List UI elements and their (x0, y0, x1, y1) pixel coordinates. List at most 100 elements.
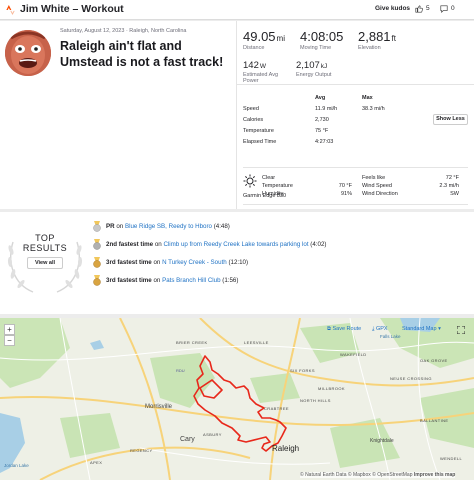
details-avg-column: Avg 11.9 mi/h 2,730 75 °F 4:27:03 (315, 95, 337, 148)
result-item: PR on Blue Ridge SB, Reedy to Hboro (4:4… (93, 221, 230, 233)
detail-label-elapsed-time: Elapsed Time (243, 139, 277, 145)
zoom-in-button[interactable]: + (4, 324, 15, 335)
map-label-wakefield: WAKEFIELD (340, 352, 367, 357)
weather-temperature-label: Temperature (262, 183, 293, 189)
map-label-regency: REGENCY (130, 448, 153, 453)
wind-speed-value: 2.3 mi/h (439, 183, 459, 189)
map-label-oak-grove: OAK GROVE (420, 358, 448, 363)
save-route-label: Save Route (332, 326, 362, 332)
map-label-leesville: LEESVILLE (244, 340, 269, 345)
gpx-label: GPX (375, 326, 388, 332)
distance-label: Distance (243, 45, 265, 51)
fullscreen-icon[interactable] (457, 326, 465, 334)
energy-value: 2,107 (296, 60, 320, 71)
map-background (0, 318, 474, 480)
map-attribution-text: © Natural Earth Data © Mapbox © OpenStre… (300, 472, 414, 478)
energy-label: Energy Output (296, 72, 332, 78)
power-stat: 142W Estimated Avg Power (243, 60, 288, 84)
avg-header: Avg (315, 95, 326, 101)
top-results-panel: TOP RESULTS View all PR on Blue Ridge SB… (0, 212, 474, 314)
activity-summary: Saturday, August 12, 2023 · Raleigh, Nor… (0, 21, 474, 209)
distance-stat: 49.05mi Distance (243, 29, 285, 51)
map-label-asbury: ASBURY (203, 432, 222, 437)
detail-label-temperature: Temperature (243, 128, 274, 134)
weather-humidity-value: 91% (340, 191, 352, 197)
device-name: Garmin Edge 830 (243, 193, 287, 199)
view-all-button[interactable]: View all (27, 257, 63, 269)
result-segment-link[interactable]: N Turkey Creek - South (162, 259, 227, 266)
zoom-out-button[interactable]: − (4, 335, 15, 346)
result-segment-link[interactable]: Blue Ridge SB, Reedy to Hboro (125, 223, 212, 230)
give-kudos-button[interactable]: Give kudos (375, 5, 410, 12)
route-map[interactable]: + − ⧉ Save Route ⤓ GPX Standard Map ▾ Mo… (0, 318, 474, 480)
map-label-millbrook: MILLBROOK (318, 386, 345, 391)
map-label-crabtree: CRABTREE (264, 406, 289, 411)
result-joiner: on (151, 259, 163, 267)
result-joiner: on (114, 223, 125, 231)
result-item: 3rd fastest time on Pats Branch Hill Clu… (93, 275, 238, 287)
detail-avg-calories: 2,730 (315, 117, 329, 123)
map-style-label: Standard Map (402, 326, 437, 332)
weather-values-right: 72 °F 2.3 mi/h SW (420, 174, 459, 198)
activity-title: Raleigh ain't flat and Umstead is not a … (60, 39, 224, 69)
max-header: Max (362, 95, 373, 101)
map-label-north-hills: NORTH HILLS (300, 398, 331, 403)
column-divider (236, 21, 237, 209)
improve-map-link[interactable]: Improve this map (414, 472, 455, 478)
result-segment-link[interactable]: Climb up from Reedy Creek Lake towards p… (163, 241, 308, 248)
result-item: 3rd fastest time on N Turkey Creek - Sou… (93, 257, 248, 269)
detail-label-speed: Speed (243, 106, 259, 112)
power-unit: W (259, 63, 266, 70)
top-results-heading: TOP RESULTS (20, 233, 70, 253)
show-less-button[interactable]: Show Less (433, 114, 468, 125)
stats-divider (236, 84, 474, 85)
result-time: (12:10) (226, 259, 249, 267)
map-label-falls-lake: Falls Lake (380, 334, 401, 339)
save-route-button[interactable]: ⧉ Save Route (327, 326, 361, 333)
map-label-rdu: RDU (176, 368, 185, 373)
detail-max-speed: 38.3 mi/h (362, 106, 385, 112)
top-results-heading-top: TOP (35, 233, 55, 243)
moving-time-stat: 4:08:05 Moving Time (300, 29, 343, 51)
avatar-face-image (5, 30, 51, 76)
map-attribution: © Natural Earth Data © Mapbox © OpenStre… (300, 472, 456, 478)
sun-icon (243, 174, 257, 188)
bronze-medal-icon (93, 275, 101, 286)
result-time: (4:48) (211, 223, 230, 231)
strava-logo-icon (6, 5, 15, 15)
bronze-medal-icon (93, 257, 101, 268)
feels-like-value: 72 °F (445, 175, 459, 181)
result-item: 2nd fastest time on Climb up from Reedy … (93, 239, 326, 251)
result-segment-link[interactable]: Pats Branch Hill Club (162, 277, 220, 284)
distance-value: 49.05 (243, 29, 276, 44)
silver-medal-icon (93, 239, 101, 250)
detail-avg-elapsed-time: 4:27:03 (315, 139, 334, 145)
map-label-knightdale: Knightdale (370, 438, 394, 444)
gpx-button[interactable]: ⤓ GPX (372, 326, 388, 333)
map-label-raleigh: Raleigh (272, 444, 300, 453)
comment-icon[interactable] (440, 5, 448, 13)
detail-avg-temperature: 75 °F (315, 128, 329, 134)
weather-temperature-value: 70 °F (338, 183, 352, 189)
map-style-select[interactable]: Standard Map ▾ (402, 326, 441, 332)
details-label-column: Speed Calories Temperature Elapsed Time (243, 95, 276, 148)
weather-values-left: 70 °F 91% (320, 174, 352, 198)
moving-time-label: Moving Time (300, 45, 332, 51)
map-label-cary: Cary (180, 436, 195, 443)
top-results-heading-bottom: RESULTS (22, 243, 68, 253)
weather-divider (243, 204, 468, 205)
comment-count: 0 (451, 5, 455, 12)
elevation-unit: ft (391, 34, 396, 43)
pr-medal-icon (93, 221, 101, 232)
feels-like-label: Feels like (362, 175, 386, 181)
map-label-brier-creek: BRIER CREEK (176, 340, 208, 345)
result-joiner: on (153, 241, 164, 249)
elevation-value: 2,881 (358, 29, 391, 44)
detail-label-calories: Calories (243, 117, 264, 123)
energy-stat: 2,107kJ Energy Output (296, 60, 331, 78)
moving-time-value: 4:08:05 (300, 29, 344, 44)
avatar[interactable] (5, 30, 51, 76)
thumbs-up-icon[interactable] (415, 5, 423, 13)
activity-date-location: Saturday, August 12, 2023 · Raleigh, Nor… (60, 28, 187, 34)
result-time: (1:56) (220, 277, 239, 285)
